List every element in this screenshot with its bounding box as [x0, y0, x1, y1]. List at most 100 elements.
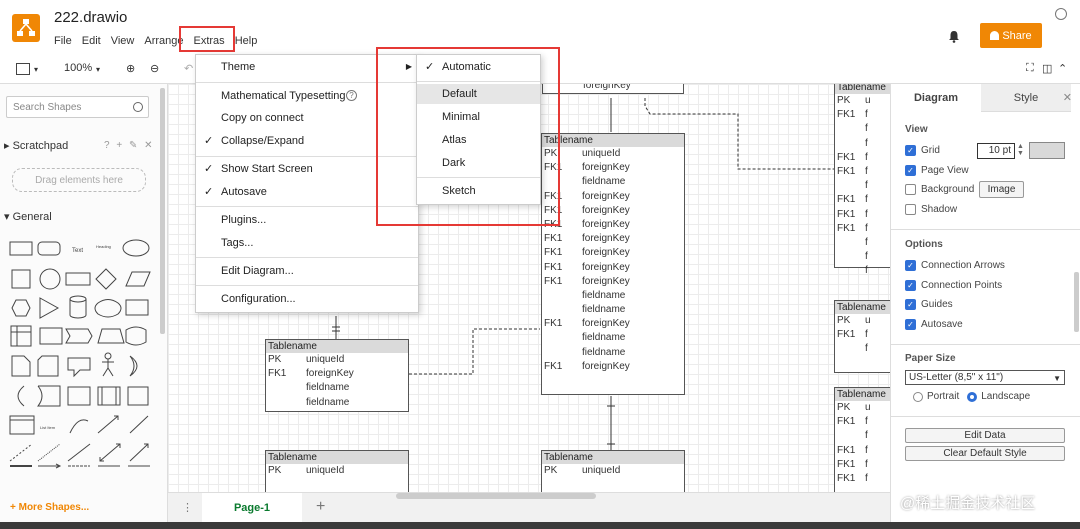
background-image-button[interactable]: Image: [979, 181, 1024, 198]
table-row[interactable]: fieldname: [266, 381, 408, 395]
table-row[interactable]: FK1 f: [835, 151, 890, 165]
background-checkbox[interactable]: Background: [905, 184, 974, 195]
chevron-down-icon[interactable]: ▾: [34, 65, 38, 74]
table-row[interactable]: [266, 478, 408, 492]
table-row[interactable]: FK1 f: [835, 458, 890, 472]
page-view-checkbox[interactable]: ✓ Page View: [905, 165, 969, 176]
table-row[interactable]: fieldname: [542, 175, 684, 189]
connection-arrows-checkbox[interactable]: ✓ Connection Arrows: [905, 260, 1005, 271]
tab-page-1[interactable]: Page-1: [202, 493, 302, 523]
table-row[interactable]: f: [835, 122, 890, 136]
search-shapes-input[interactable]: Search Shapes: [6, 96, 149, 118]
menu-file[interactable]: File: [54, 35, 72, 47]
table-row[interactable]: f: [835, 429, 890, 443]
table-row[interactable]: FK1 foreignKey: [542, 360, 684, 374]
zoom-chevron-icon[interactable]: ▾: [96, 65, 100, 74]
table-row[interactable]: f: [835, 264, 890, 278]
search-icon[interactable]: [133, 102, 143, 112]
clear-default-style-button[interactable]: Clear Default Style: [905, 446, 1065, 461]
table-row[interactable]: FK1 f: [835, 208, 890, 222]
fullscreen-icon[interactable]: ⛶: [1026, 62, 1034, 75]
grid-size-input[interactable]: 10 pt: [977, 143, 1015, 159]
table-row[interactable]: FK1 foreignKey: [542, 204, 684, 218]
table-row[interactable]: fieldname: [542, 303, 684, 317]
table-row[interactable]: f: [835, 179, 890, 193]
shadow-checkbox[interactable]: Shadow: [905, 204, 957, 215]
portrait-radio[interactable]: [913, 391, 923, 402]
notification-bell-icon[interactable]: [948, 30, 960, 46]
table-row[interactable]: FK1 foreignKey: [542, 218, 684, 232]
zoom-out-icon[interactable]: ⊖: [150, 62, 159, 75]
drawio-logo-icon[interactable]: [12, 14, 40, 42]
table-row[interactable]: fieldname: [542, 331, 684, 345]
more-shapes-button[interactable]: + More Shapes...: [10, 502, 89, 513]
undo-icon[interactable]: ↶: [184, 62, 193, 75]
file-title[interactable]: 222.drawio: [54, 9, 127, 26]
er-table-right-mid[interactable]: Tablename PK u FK1 f f: [834, 300, 890, 373]
grid-color-swatch[interactable]: [1029, 142, 1065, 159]
general-header[interactable]: ▾ General: [4, 210, 52, 223]
table-row[interactable]: f: [835, 250, 890, 264]
connection-points-checkbox[interactable]: ✓ Connection Points: [905, 280, 1002, 291]
table-row[interactable]: fieldname: [542, 289, 684, 303]
tab-diagram[interactable]: Diagram: [891, 84, 981, 112]
er-table-main[interactable]: Tablename PK uniqueId FK1 foreignKey fieldna…: [541, 133, 685, 395]
collapse-icon[interactable]: ⌃: [1058, 62, 1067, 75]
landscape-radio[interactable]: [967, 391, 978, 402]
paper-size-select[interactable]: US-Letter (8,5" x 11") ▼: [905, 370, 1065, 385]
autosave-checkbox[interactable]: ✓ Autosave: [905, 319, 963, 330]
format-panel-icon[interactable]: [16, 63, 30, 75]
toggle-panel-icon[interactable]: ◫: [1042, 62, 1052, 75]
table-row[interactable]: fieldname: [542, 346, 684, 360]
table-row[interactable]: FK1 f: [835, 108, 890, 122]
menu-arrange[interactable]: Arrange: [144, 35, 183, 47]
table-row[interactable]: FK1 f: [835, 222, 890, 236]
er-table-partial-top[interactable]: foreignKey: [542, 84, 684, 94]
grid-size-stepper[interactable]: ▲ ▼: [1017, 143, 1024, 157]
general-shapes-palette[interactable]: Text Heading List Item: [8, 236, 154, 472]
table-row[interactable]: PK uniqueId: [542, 147, 684, 161]
table-row[interactable]: FK1 f: [835, 193, 890, 207]
table-row[interactable]: f: [835, 137, 890, 151]
menu-item-configuration[interactable]: Configuration...: [196, 289, 418, 309]
close-icon[interactable]: ✕: [1063, 91, 1072, 104]
zoom-in-icon[interactable]: ⊕: [126, 62, 135, 75]
table-row[interactable]: FK1 f: [835, 415, 890, 429]
menu-item-tags[interactable]: Tags...: [196, 233, 418, 253]
help-icon[interactable]: ?: [346, 90, 357, 101]
add-page-icon[interactable]: +: [316, 498, 325, 516]
table-row[interactable]: FK1 foreignKey: [542, 246, 684, 260]
table-row[interactable]: FK1 foreignKey: [266, 367, 408, 381]
table-row[interactable]: FK1 f: [835, 165, 890, 179]
er-table-right-bottom[interactable]: Tablename PK u FK1 f f FK1 f FK1 f FK1 f: [834, 387, 890, 492]
language-globe-icon[interactable]: [1055, 8, 1067, 20]
panel-scrollbar[interactable]: [1074, 272, 1079, 332]
menu-help[interactable]: Help: [235, 35, 258, 47]
er-table-left[interactable]: Tablename PK uniqueId FK1 foreignKey fieldna…: [265, 339, 409, 412]
grid-checkbox[interactable]: ✓ Grid: [905, 145, 940, 156]
er-table-right-top[interactable]: Tablename PK u FK1 f f f FK1 f FK1 f f FK1 f FK1 f FK1 f…: [834, 84, 890, 276]
table-row[interactable]: PK uniqueId: [266, 353, 408, 367]
edit-data-button[interactable]: Edit Data: [905, 428, 1065, 443]
table-row[interactable]: PK uniqueId: [266, 464, 408, 478]
zoom-level[interactable]: 100%: [64, 62, 92, 74]
table-row[interactable]: FK1 foreignKey: [542, 161, 684, 175]
table-row[interactable]: f: [835, 342, 890, 356]
table-row[interactable]: FK1 foreignKey: [542, 317, 684, 331]
table-row[interactable]: PK uniqueId: [542, 464, 684, 478]
guides-checkbox[interactable]: ✓ Guides: [905, 299, 953, 310]
canvas-horizontal-scrollbar[interactable]: [396, 493, 596, 499]
table-row[interactable]: FK1 foreignKey: [542, 261, 684, 275]
table-row[interactable]: FK1 f: [835, 472, 890, 486]
table-row[interactable]: FK1 foreignKey: [542, 275, 684, 289]
sidebar-scrollbar[interactable]: [160, 88, 165, 334]
er-table-mid-bottom[interactable]: Tablename PK uniqueId: [541, 450, 685, 492]
share-button[interactable]: Share: [980, 23, 1042, 48]
scratchpad-tools[interactable]: ? + ✎ ✕: [104, 140, 155, 151]
scratchpad-drop-zone[interactable]: Drag elements here: [12, 168, 146, 192]
table-row[interactable]: FK1 foreignKey: [542, 232, 684, 246]
table-row[interactable]: PK u: [835, 94, 890, 108]
menu-view[interactable]: View: [111, 35, 135, 47]
er-table-left-bottom[interactable]: Tablename PK uniqueId: [265, 450, 409, 492]
table-row[interactable]: [542, 478, 684, 492]
